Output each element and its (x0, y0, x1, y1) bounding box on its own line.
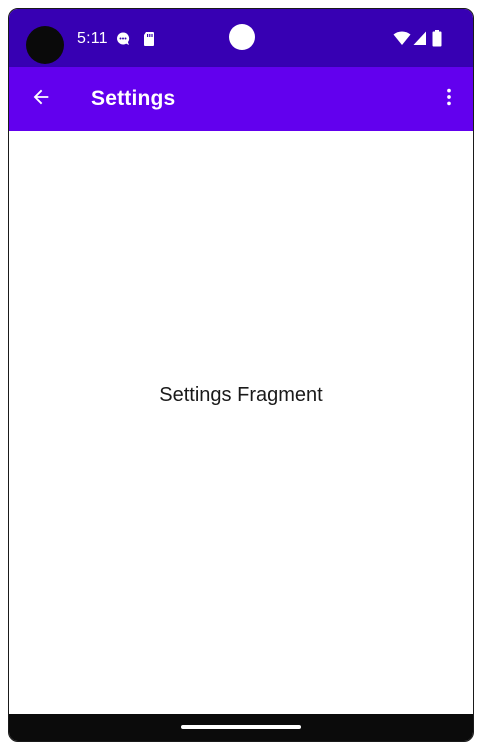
status-time: 5:11 (77, 30, 108, 47)
app-bar: Settings (9, 67, 473, 131)
fragment-label: Settings Fragment (159, 384, 323, 406)
battery-icon (432, 30, 442, 52)
sd-card-icon (141, 31, 157, 47)
back-button[interactable] (23, 81, 59, 117)
navigation-bar (9, 714, 473, 741)
cellular-signal-icon (413, 30, 427, 51)
overflow-menu-button[interactable] (431, 81, 467, 117)
notification-chat-icon (115, 31, 131, 47)
home-gesture-handle[interactable] (181, 725, 301, 729)
front-camera-dot (229, 24, 255, 50)
page-title: Settings (91, 87, 176, 110)
more-vert-icon (438, 86, 460, 113)
camera-hole (26, 26, 64, 64)
fragment-container: Settings Fragment (9, 131, 473, 715)
wifi-icon (393, 30, 411, 51)
arrow-back-icon (30, 86, 52, 113)
status-bar: 5:11 (9, 9, 473, 67)
phone-frame: 5:11 Settings Settings Fragment (8, 8, 474, 742)
